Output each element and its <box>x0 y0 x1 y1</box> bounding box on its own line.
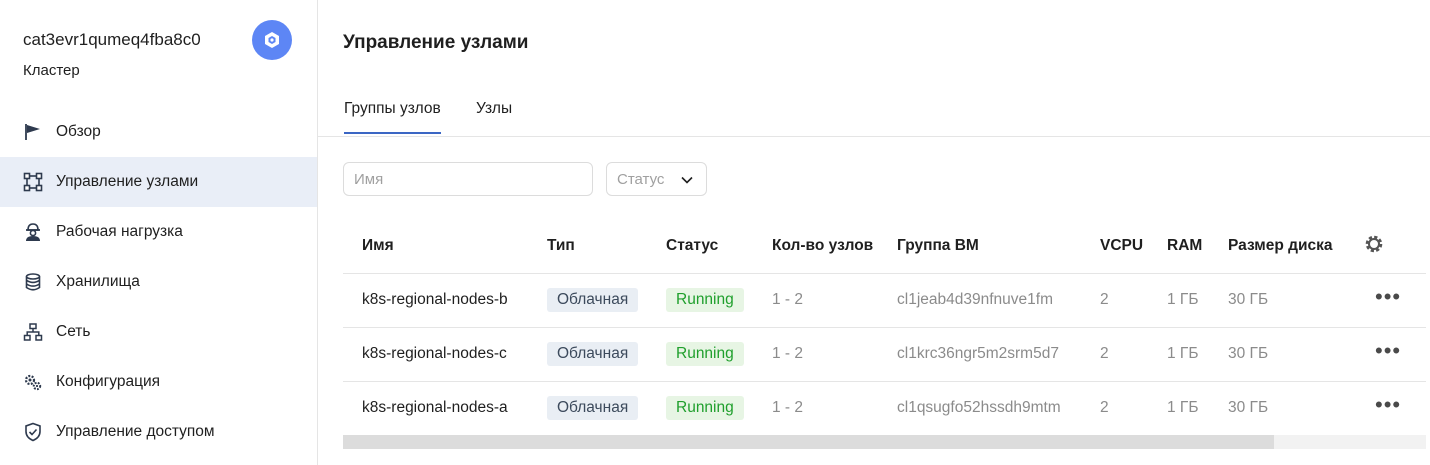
database-icon <box>22 271 44 293</box>
search-input[interactable] <box>343 162 593 196</box>
cell-vcpu: 2 <box>1100 327 1167 382</box>
tab-node-groups[interactable]: Группы узлов <box>344 100 441 134</box>
sidebar-item-label: Сеть <box>56 323 91 340</box>
cell-vm-group: cl1krc36ngr5m2srm5d7 <box>897 327 1100 382</box>
cell-name[interactable]: k8s-regional-nodes-a <box>343 381 547 436</box>
table-settings-gear-icon[interactable] <box>1354 220 1426 274</box>
table-header-row: Имя Тип Статус Кол-во узлов Группа ВМ VC… <box>343 220 1426 274</box>
sidebar-item-access-management[interactable]: Управление доступом <box>0 407 317 457</box>
column-header-node-count[interactable]: Кол-во узлов <box>772 220 897 274</box>
cell-ram: 1 ГБ <box>1167 381 1228 436</box>
column-header-type[interactable]: Тип <box>547 220 666 274</box>
cell-node-count: 1 - 2 <box>772 273 897 328</box>
cell-name[interactable]: k8s-regional-nodes-b <box>343 273 547 328</box>
sidebar-nav: Обзор Управление узлами Рабочая нагрузка… <box>0 107 317 457</box>
sidebar-item-label: Управление узлами <box>56 173 199 190</box>
page-title: Управление узлами <box>343 32 529 53</box>
sidebar-item-configuration[interactable]: Конфигурация <box>0 357 317 407</box>
sidebar-item-label: Хранилища <box>56 273 140 290</box>
chevron-down-icon <box>680 173 694 191</box>
cell-vcpu: 2 <box>1100 381 1167 436</box>
table-row[interactable]: k8s-regional-nodes-c Облачная Running 1 … <box>343 327 1426 382</box>
column-header-name[interactable]: Имя <box>343 220 547 274</box>
cell-status: Running <box>666 381 772 436</box>
column-header-vm-group[interactable]: Группа ВМ <box>897 220 1100 274</box>
status-filter-placeholder: Статус <box>617 170 665 188</box>
more-actions-icon[interactable]: ••• <box>1354 392 1401 417</box>
cell-type: Облачная <box>547 381 666 436</box>
kubernetes-icon[interactable] <box>252 20 292 60</box>
column-header-disk-size[interactable]: Размер диска <box>1228 220 1354 274</box>
cell-vm-group: cl1jeab4d39nfnuve1fm <box>897 273 1100 328</box>
sidebar-item-network[interactable]: Сеть <box>0 307 317 357</box>
shield-icon <box>22 421 44 443</box>
type-badge: Облачная <box>547 288 639 312</box>
node-groups-table: Имя Тип Статус Кол-во узлов Группа ВМ VC… <box>343 220 1426 436</box>
sidebar-item-overview[interactable]: Обзор <box>0 107 317 157</box>
cell-disk: 30 ГБ <box>1228 381 1354 436</box>
sidebar-item-label: Рабочая нагрузка <box>56 223 183 240</box>
cell-status: Running <box>666 273 772 328</box>
sidebar-item-storage[interactable]: Хранилища <box>0 257 317 307</box>
cell-disk: 30 ГБ <box>1228 273 1354 328</box>
type-badge: Облачная <box>547 396 639 420</box>
column-header-status[interactable]: Статус <box>666 220 772 274</box>
table-row[interactable]: k8s-regional-nodes-a Облачная Running 1 … <box>343 381 1426 436</box>
flag-icon <box>22 121 44 143</box>
cell-disk: 30 ГБ <box>1228 327 1354 382</box>
column-header-ram[interactable]: RAM <box>1167 220 1228 274</box>
cell-ram: 1 ГБ <box>1167 273 1228 328</box>
status-filter-select[interactable]: Статус <box>606 162 707 196</box>
table-row[interactable]: k8s-regional-nodes-b Облачная Running 1 … <box>343 273 1426 328</box>
cell-name[interactable]: k8s-regional-nodes-c <box>343 327 547 382</box>
cell-actions: ••• <box>1354 273 1426 328</box>
cluster-id: cat3evr1qumeq4fba8c0 <box>23 30 201 49</box>
cell-type: Облачная <box>547 273 666 328</box>
nodes-frame-icon <box>22 171 44 193</box>
status-badge: Running <box>666 396 744 420</box>
cell-type: Облачная <box>547 327 666 382</box>
more-actions-icon[interactable]: ••• <box>1354 338 1401 363</box>
gears-icon <box>22 371 44 393</box>
cell-vm-group: cl1qsugfo52hssdh9mtm <box>897 381 1100 436</box>
type-badge: Облачная <box>547 342 639 366</box>
column-header-vcpu[interactable]: VCPU <box>1100 220 1167 274</box>
sidebar: cat3evr1qumeq4fba8c0 Кластер Обзор Управ… <box>0 0 318 465</box>
scrollbar-thumb[interactable] <box>343 435 1274 449</box>
sidebar-item-node-management[interactable]: Управление узлами <box>0 157 317 207</box>
status-badge: Running <box>666 342 744 366</box>
horizontal-scrollbar[interactable] <box>343 435 1426 449</box>
cell-actions: ••• <box>1354 381 1426 436</box>
cell-node-count: 1 - 2 <box>772 327 897 382</box>
tabs: Группы узлов Узлы <box>318 84 1430 137</box>
more-actions-icon[interactable]: ••• <box>1354 284 1401 309</box>
cell-node-count: 1 - 2 <box>772 381 897 436</box>
main-content: Управление узлами Группы узлов Узлы Стат… <box>318 0 1430 465</box>
cell-vcpu: 2 <box>1100 273 1167 328</box>
sidebar-item-label: Конфигурация <box>56 373 161 390</box>
cell-status: Running <box>666 327 772 382</box>
status-badge: Running <box>666 288 744 312</box>
cell-actions: ••• <box>1354 327 1426 382</box>
worker-icon <box>22 221 44 243</box>
network-icon <box>22 321 44 343</box>
cell-ram: 1 ГБ <box>1167 327 1228 382</box>
tab-nodes[interactable]: Узлы <box>476 100 512 132</box>
sidebar-item-workload[interactable]: Рабочая нагрузка <box>0 207 317 257</box>
sidebar-item-label: Управление доступом <box>56 423 215 440</box>
cluster-label: Кластер <box>23 62 80 79</box>
sidebar-item-label: Обзор <box>56 123 101 140</box>
